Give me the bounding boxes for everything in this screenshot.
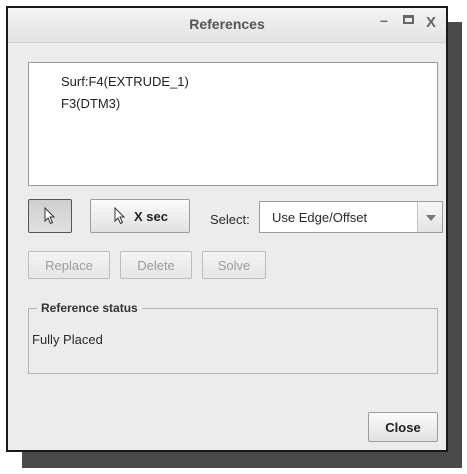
xsec-button[interactable]: X sec	[90, 199, 190, 233]
reference-item[interactable]: F3(DTM3)	[61, 96, 120, 111]
maximize-button[interactable]	[403, 15, 414, 24]
select-label: Select:	[210, 212, 250, 227]
arrow-cursor-icon	[44, 207, 56, 225]
title-bar[interactable]: References – X	[8, 8, 446, 43]
reference-status-value: Fully Placed	[32, 332, 103, 347]
solve-button[interactable]: Solve	[202, 251, 266, 279]
chevron-down-icon	[426, 215, 436, 221]
pick-reference-button[interactable]	[28, 199, 72, 233]
arrow-cursor-icon	[114, 207, 126, 225]
minimize-button[interactable]: –	[380, 12, 388, 28]
select-dropdown[interactable]: Use Edge/Offset	[259, 201, 443, 233]
references-dialog: References – X Surf:F4(EXTRUDE_1) F3(DTM…	[6, 6, 448, 452]
dropdown-arrow-button[interactable]	[417, 202, 442, 232]
xsec-label: X sec	[134, 208, 168, 224]
replace-button[interactable]: Replace	[28, 251, 110, 279]
select-value: Use Edge/Offset	[272, 210, 368, 225]
delete-button[interactable]: Delete	[120, 251, 192, 279]
references-list[interactable]: Surf:F4(EXTRUDE_1) F3(DTM3)	[28, 62, 438, 186]
reference-status-legend: Reference status	[37, 301, 142, 315]
close-window-button[interactable]: X	[426, 14, 436, 31]
reference-item[interactable]: Surf:F4(EXTRUDE_1)	[61, 74, 189, 89]
close-button[interactable]: Close	[368, 412, 438, 442]
